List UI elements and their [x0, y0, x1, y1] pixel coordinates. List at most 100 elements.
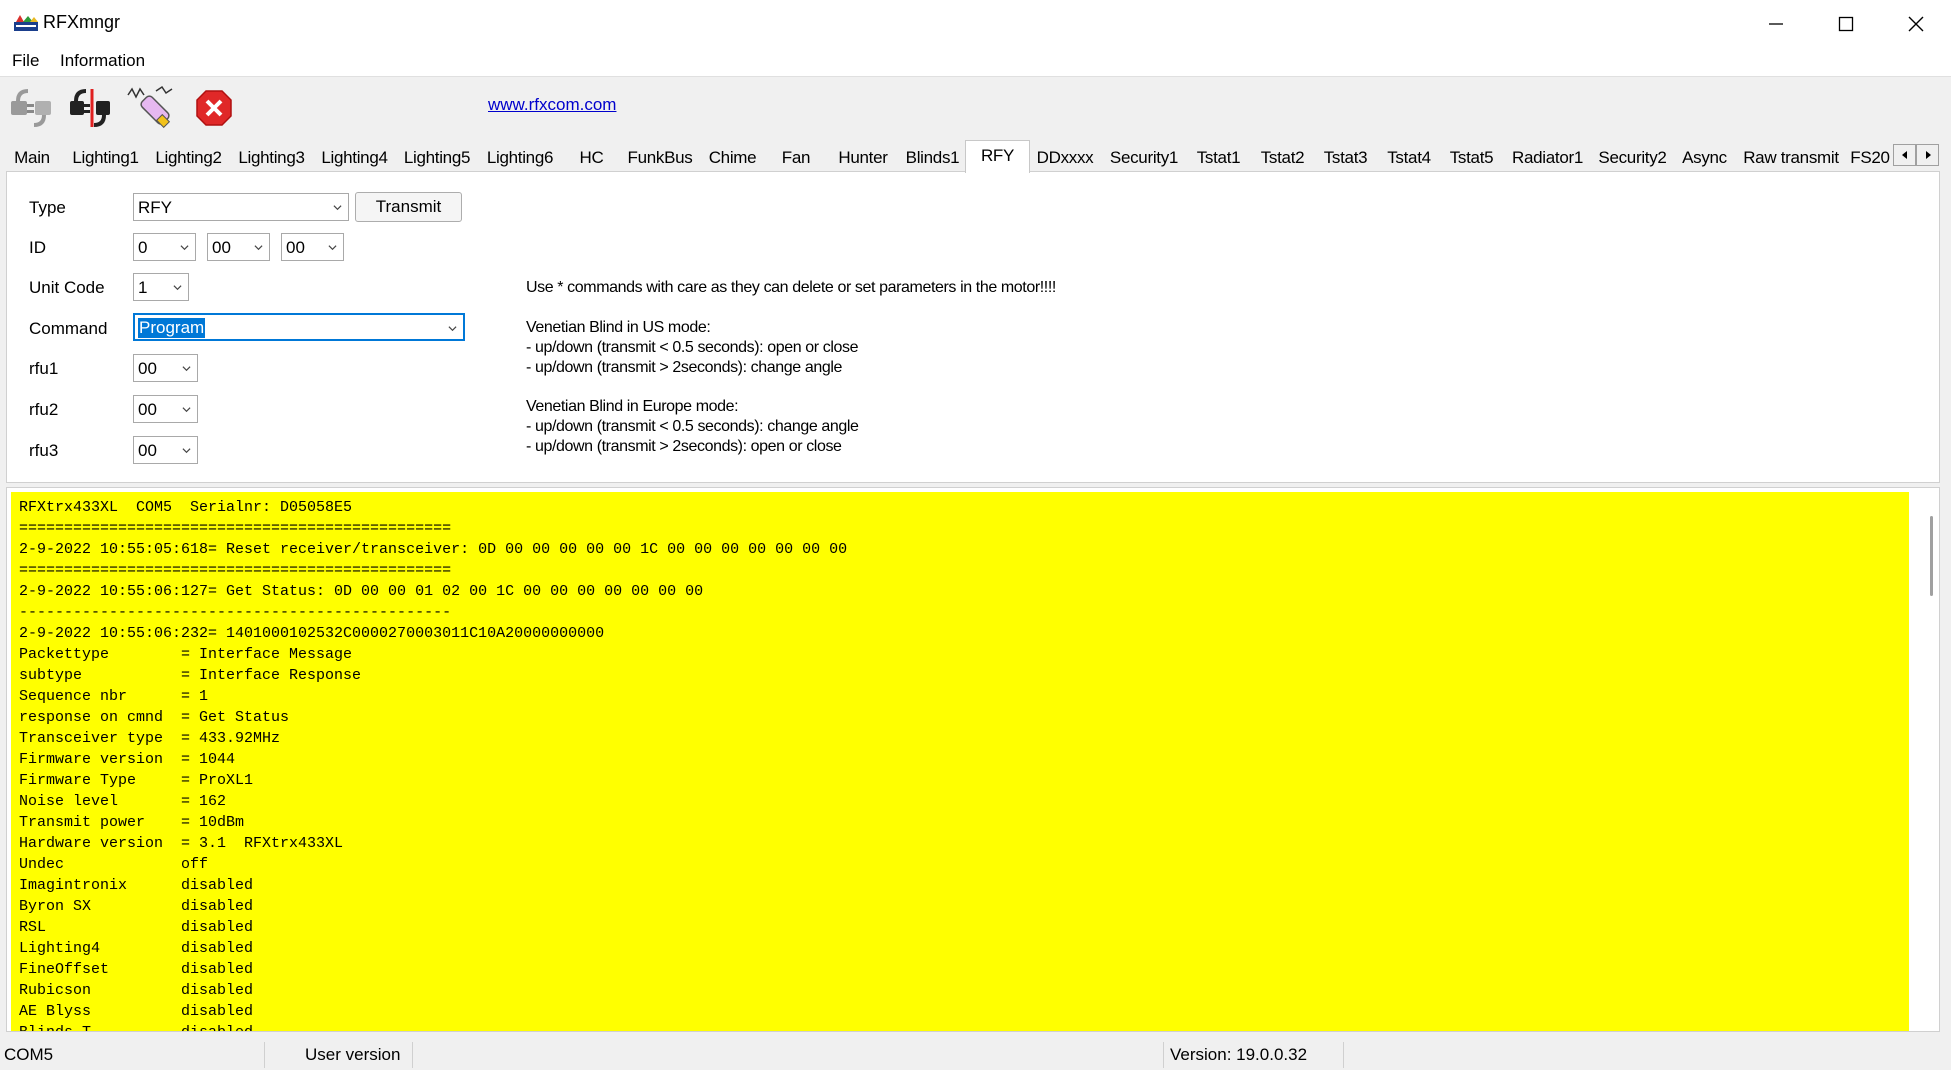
connect-plug-icon — [11, 89, 51, 127]
status-spacer — [413, 1042, 1164, 1068]
rfu3-value: 00 — [138, 441, 157, 460]
chevron-down-icon — [254, 245, 263, 251]
tab-tstat2[interactable]: Tstat2 — [1251, 144, 1314, 171]
tab-lighting6[interactable]: Lighting6 — [478, 144, 562, 171]
type-label: Type — [29, 198, 66, 217]
tab-rfy[interactable]: RFY — [965, 140, 1030, 173]
id-byte1-select[interactable]: 0 — [133, 233, 196, 261]
tab-lighting5[interactable]: Lighting5 — [396, 144, 478, 171]
command-select[interactable]: Program — [133, 313, 465, 341]
command-label: Command — [29, 319, 108, 338]
transceiver-stick-icon — [127, 85, 173, 129]
rfy-warning-note: Use * commands with care as they can del… — [526, 279, 1056, 296]
rfu2-value: 00 — [138, 400, 157, 419]
menu-file[interactable]: File — [12, 51, 39, 71]
tab-raw-transmit[interactable]: Raw transmit — [1737, 144, 1845, 171]
tab-main[interactable]: Main — [0, 144, 64, 171]
status-version: Version: 19.0.0.32 — [1164, 1042, 1344, 1068]
id-byte2-value: 00 — [212, 238, 231, 257]
tab-lighting3[interactable]: Lighting3 — [230, 144, 313, 171]
log-output-area: RFXtrx433XL COM5 Serialnr: D05058E5 ====… — [6, 487, 1940, 1032]
tab-security1[interactable]: Security1 — [1102, 144, 1186, 171]
chevron-down-icon — [182, 448, 191, 454]
minimize-icon — [1769, 23, 1783, 25]
title-bar: RFXmngr — [0, 0, 1951, 48]
tab-strip: Main Lighting1 Lighting2 Lighting3 Lighting4… — [0, 140, 1951, 173]
id-byte2-select[interactable]: 00 — [207, 233, 270, 261]
id-byte3-value: 00 — [286, 238, 305, 257]
toolbar: www.rfxcom.com — [0, 77, 1951, 137]
chevron-right-icon — [1925, 151, 1931, 159]
chevron-down-icon — [328, 245, 337, 251]
tab-scroll-left[interactable] — [1893, 144, 1916, 166]
rfu2-select[interactable]: 00 — [133, 395, 198, 423]
tab-fan[interactable]: Fan — [766, 144, 826, 171]
tab-ddxxxx[interactable]: DDxxxx — [1028, 144, 1102, 171]
unit-code-value: 1 — [138, 278, 148, 297]
log-scrollbar[interactable] — [1930, 516, 1933, 596]
tab-security2[interactable]: Security2 — [1593, 144, 1672, 171]
tab-lighting2[interactable]: Lighting2 — [147, 144, 230, 171]
tab-chime[interactable]: Chime — [699, 144, 766, 171]
menu-information[interactable]: Information — [60, 51, 145, 71]
rfu1-value: 00 — [138, 359, 157, 378]
maximize-icon — [1838, 16, 1854, 32]
tab-lighting1[interactable]: Lighting1 — [64, 144, 147, 171]
id-byte1-value: 0 — [138, 238, 148, 257]
close-icon — [1908, 16, 1924, 32]
tab-hunter[interactable]: Hunter — [826, 144, 900, 171]
chevron-down-icon — [448, 326, 457, 332]
id-label: ID — [29, 238, 46, 257]
rfu1-label: rfu1 — [29, 359, 59, 378]
chevron-left-icon — [1901, 151, 1907, 159]
tab-hc[interactable]: HC — [562, 144, 621, 171]
tab-async[interactable]: Async — [1672, 144, 1737, 171]
tab-fs20[interactable]: FS20 — [1845, 144, 1895, 171]
tab-lighting4[interactable]: Lighting4 — [313, 144, 396, 171]
log-textbox[interactable]: RFXtrx433XL COM5 Serialnr: D05058E5 ====… — [11, 492, 1909, 1031]
tab-scroll-right[interactable] — [1916, 144, 1939, 166]
tab-blinds1[interactable]: Blinds1 — [900, 144, 965, 171]
status-user-version: User version — [265, 1042, 413, 1068]
chevron-down-icon — [180, 245, 189, 251]
rfu3-label: rfu3 — [29, 441, 59, 460]
minimize-button[interactable] — [1741, 0, 1811, 48]
chevron-down-icon — [173, 285, 182, 291]
type-select-value: RFY — [138, 198, 172, 217]
us-mode-note: Venetian Blind in US mode: - up/down (tr… — [526, 319, 859, 376]
transmit-button[interactable]: Transmit — [355, 192, 462, 222]
rfy-tab-panel: Type RFY Transmit ID 0 00 00 Unit Code 1… — [6, 171, 1940, 483]
chevron-down-icon — [333, 205, 342, 211]
chevron-down-icon — [182, 407, 191, 413]
unit-code-label: Unit Code — [29, 278, 105, 297]
tab-tstat1[interactable]: Tstat1 — [1186, 144, 1251, 171]
command-select-value: Program — [138, 318, 206, 338]
tab-tstat3[interactable]: Tstat3 — [1314, 144, 1377, 171]
transceiver-button[interactable] — [126, 85, 173, 131]
chevron-down-icon — [182, 366, 191, 372]
maximize-button[interactable] — [1811, 0, 1881, 48]
rfu2-label: rfu2 — [29, 400, 59, 419]
eu-mode-note: Venetian Blind in Europe mode: - up/down… — [526, 398, 859, 455]
log-text: RFXtrx433XL COM5 Serialnr: D05058E5 ====… — [19, 499, 848, 1031]
disconnect-plug-icon — [70, 89, 110, 127]
menu-bar: File Information — [0, 48, 1951, 77]
connect-button[interactable] — [8, 85, 54, 131]
stop-button[interactable] — [191, 85, 237, 131]
rfxcom-logo-icon — [14, 15, 38, 31]
tab-radiator1[interactable]: Radiator1 — [1502, 144, 1593, 171]
rfu1-select[interactable]: 00 — [133, 354, 198, 382]
disconnect-button[interactable] — [68, 85, 114, 131]
status-bar: COM5 User version Version: 19.0.0.32 — [0, 1038, 1951, 1070]
type-select[interactable]: RFY — [133, 193, 349, 221]
stop-red-x-icon — [196, 90, 232, 126]
rfxcom-website-link[interactable]: www.rfxcom.com — [488, 95, 616, 115]
unit-code-select[interactable]: 1 — [133, 273, 189, 301]
tab-tstat4[interactable]: Tstat4 — [1377, 144, 1441, 171]
tab-funkbus[interactable]: FunkBus — [621, 144, 699, 171]
id-byte3-select[interactable]: 00 — [281, 233, 344, 261]
tab-tstat5[interactable]: Tstat5 — [1441, 144, 1502, 171]
rfu3-select[interactable]: 00 — [133, 436, 198, 464]
status-port: COM5 — [0, 1042, 265, 1068]
close-button[interactable] — [1881, 0, 1951, 48]
